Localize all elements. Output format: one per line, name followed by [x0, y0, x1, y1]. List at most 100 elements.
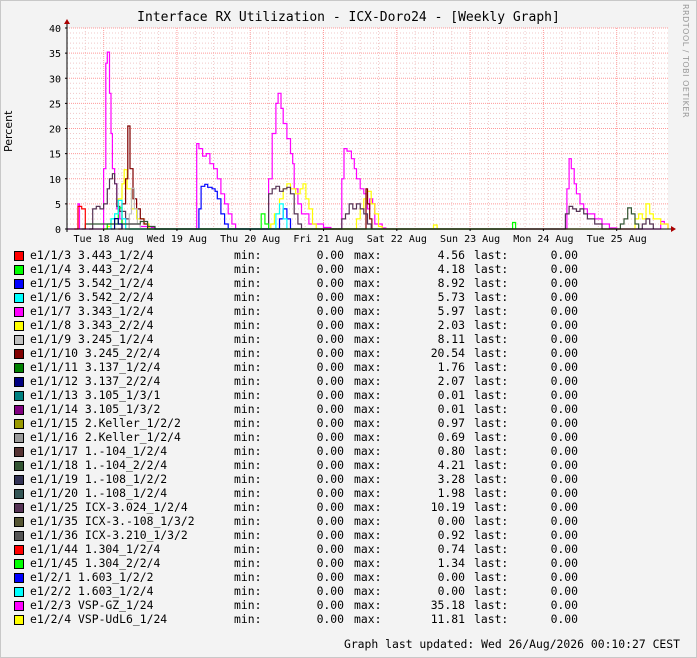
legend-series-name: e1/1/6 3.542_2/2/4	[30, 290, 154, 304]
legend-min-value: 0.00	[316, 402, 344, 416]
legend-last-value: 0.00	[550, 402, 578, 416]
legend-min-value: 0.00	[316, 332, 344, 346]
legend-min-value: 0.00	[316, 318, 344, 332]
legend-last-value: 0.00	[550, 570, 578, 584]
legend-last-label: last:	[474, 584, 509, 598]
legend-last-value: 0.00	[550, 486, 578, 500]
legend-last-label: last:	[474, 430, 509, 444]
legend-series-name: e1/1/17 1.-104_1/2/4	[30, 444, 168, 458]
legend-max-label: max:	[354, 374, 382, 388]
legend-max-value: 8.92	[437, 276, 465, 290]
legend-min-value: 0.00	[316, 444, 344, 458]
legend-last-value: 0.00	[550, 500, 578, 514]
legend-max-value: 0.00	[437, 570, 465, 584]
legend-max-value: 35.18	[430, 598, 465, 612]
legend-last-value: 0.00	[550, 514, 578, 528]
y-tick-label: 20	[49, 125, 61, 136]
legend-max-value: 0.01	[437, 388, 465, 402]
y-tick-label: 15	[49, 150, 61, 161]
legend-max-label: max:	[354, 290, 382, 304]
y-tick-label: 25	[49, 99, 61, 110]
legend-swatch	[14, 251, 24, 261]
legend-last-value: 0.00	[550, 360, 578, 374]
legend-last-label: last:	[474, 360, 509, 374]
legend-min-label: min:	[234, 612, 262, 626]
legend-series-name: e1/1/9 3.245_1/2/4	[30, 332, 154, 346]
legend-series-name: e1/1/19 1.-108_1/2/2	[30, 472, 168, 486]
legend-min-value: 0.00	[316, 598, 344, 612]
legend-max-label: max:	[354, 276, 382, 290]
chart-plot: 0 5 10 15 20 25 30 35 40 Tue 18 Aug Wed 19 Aug Thu …	[49, 19, 676, 245]
legend-swatch	[14, 363, 24, 373]
x-tick-label: Sun 23 Aug	[440, 234, 500, 245]
legend-last-value: 0.00	[550, 346, 578, 360]
legend-max-value: 0.69	[437, 430, 465, 444]
legend-last-value: 0.00	[550, 332, 578, 346]
legend-min-label: min:	[234, 514, 262, 528]
legend-last-value: 0.00	[550, 584, 578, 598]
legend-series-name: e1/1/10 3.245_2/2/4	[30, 346, 161, 360]
legend-max-label: max:	[354, 332, 382, 346]
legend-max-value: 4.21	[437, 458, 465, 472]
legend-last-value: 0.00	[550, 290, 578, 304]
legend-swatch	[14, 433, 24, 443]
legend-series-name: e1/1/3 3.443_1/2/4	[30, 248, 154, 262]
legend-series-name: e1/2/1 1.603_1/2/2	[30, 570, 154, 584]
legend-last-label: last:	[474, 402, 509, 416]
legend-max-label: max:	[354, 598, 382, 612]
legend-min-label: min:	[234, 248, 262, 262]
legend-swatch	[14, 587, 24, 597]
legend-series-name: e1/1/7 3.343_1/2/4	[30, 304, 154, 318]
legend-last-label: last:	[474, 542, 509, 556]
legend-min-label: min:	[234, 430, 262, 444]
legend-last-value: 0.00	[550, 374, 578, 388]
legend-max-label: max:	[354, 570, 382, 584]
legend-last-label: last:	[474, 290, 509, 304]
legend-min-value: 0.00	[316, 486, 344, 500]
legend-min-label: min:	[234, 304, 262, 318]
x-tick-label: Tue 18 Aug	[74, 234, 134, 245]
legend-max-label: max:	[354, 542, 382, 556]
legend-last-value: 0.00	[550, 262, 578, 276]
legend-min-value: 0.00	[316, 416, 344, 430]
legend-last-value: 0.00	[550, 276, 578, 290]
legend-max-value: 8.11	[437, 332, 465, 346]
legend-series-name: e1/2/4 VSP-UdL6_1/24	[30, 612, 168, 626]
x-tick-label: Wed 19 Aug	[147, 234, 207, 245]
legend-max-label: max:	[354, 262, 382, 276]
legend-min-value: 0.00	[316, 500, 344, 514]
legend-last-label: last:	[474, 346, 509, 360]
legend-series-name: e1/2/3 VSP-GZ_1/24	[30, 598, 154, 612]
legend-swatch	[14, 461, 24, 471]
legend-series-name: e1/1/20 1.-108_1/2/4	[30, 486, 168, 500]
legend-min-label: min:	[234, 346, 262, 360]
legend-max-value: 2.03	[437, 318, 465, 332]
legend-last-label: last:	[474, 248, 509, 262]
legend-min-label: min:	[234, 290, 262, 304]
legend-max-label: max:	[354, 458, 382, 472]
legend-min-label: min:	[234, 458, 262, 472]
legend-series-name: e1/1/13 3.105_1/3/1	[30, 388, 161, 402]
legend-max-value: 0.01	[437, 402, 465, 416]
legend-min-value: 0.00	[316, 542, 344, 556]
legend-series-name: e1/1/12 3.137_2/2/4	[30, 374, 161, 388]
legend-swatch	[14, 335, 24, 345]
legend-min-value: 0.00	[316, 514, 344, 528]
legend-max-value: 0.74	[437, 542, 465, 556]
legend-max-label: max:	[354, 402, 382, 416]
legend-max-value: 5.73	[437, 290, 465, 304]
legend-last-label: last:	[474, 262, 509, 276]
legend-max-value: 10.19	[430, 500, 465, 514]
legend-last-label: last:	[474, 570, 509, 584]
legend-max-label: max:	[354, 472, 382, 486]
legend-min-label: min:	[234, 528, 262, 542]
y-tick-label: 5	[55, 200, 61, 211]
legend-last-label: last:	[474, 318, 509, 332]
legend-min-value: 0.00	[316, 472, 344, 486]
last-updated: Graph last updated: Wed 26/Aug/2026 00:1…	[343, 637, 680, 651]
legend-last-label: last:	[474, 556, 509, 570]
legend-min-value: 0.00	[316, 584, 344, 598]
x-tick-label: Fri 21 Aug	[293, 234, 353, 245]
legend-max-label: max:	[354, 528, 382, 542]
legend-max-value: 11.81	[430, 612, 465, 626]
